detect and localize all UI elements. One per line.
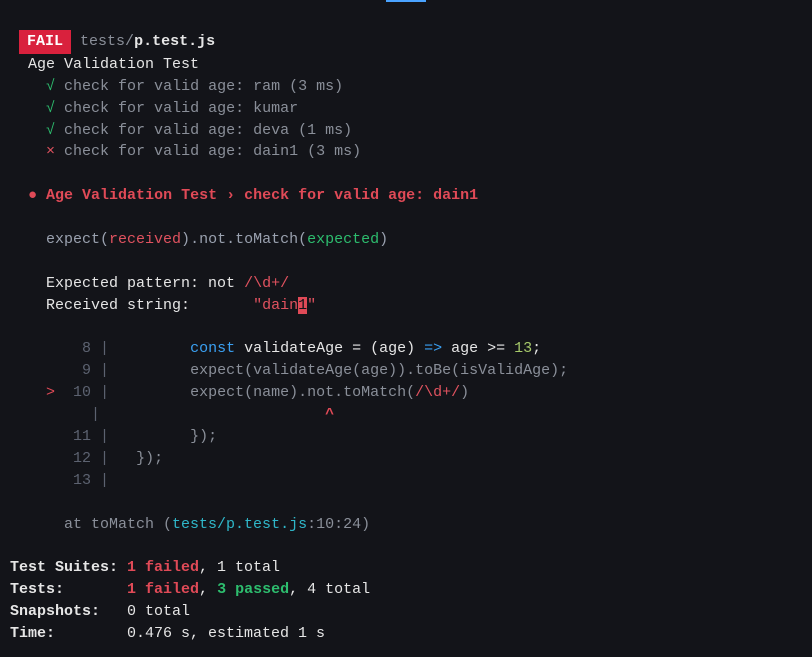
line-number: 9 xyxy=(64,362,91,379)
summary-fail: 1 failed xyxy=(127,559,199,576)
line-number: 11 xyxy=(64,428,91,445)
summary-label: Snapshots: xyxy=(10,603,127,620)
summary-label: Time: xyxy=(10,625,127,642)
code-line: expect(validateAge(age)).toBe(isValidAge… xyxy=(190,362,568,379)
line-number: 13 xyxy=(64,472,91,489)
check-line: check for valid age: ram (3 ms) xyxy=(64,78,343,95)
expected-value: /\d+/ xyxy=(244,275,289,292)
check-line: check for valid age: dain1 (3 ms) xyxy=(64,143,361,160)
summary-label: Tests: xyxy=(10,581,127,598)
check-line: check for valid age: kumar xyxy=(64,100,298,117)
summary-pass: 3 passed xyxy=(217,581,289,598)
fail-badge: FAIL xyxy=(19,30,71,54)
caret-icon: ^ xyxy=(325,406,334,423)
terminal-output: FAIL tests/p.test.js Age Validation Test… xyxy=(0,24,812,651)
file-name: p.test.js xyxy=(134,33,215,50)
expected-label: Expected pattern: not xyxy=(46,275,244,292)
check-icon: √ xyxy=(46,100,55,117)
stack-trace: at toMatch (tests/p.test.js:10:24) xyxy=(64,516,370,533)
file-dir: tests/ xyxy=(80,33,134,50)
code-line: }); xyxy=(136,450,163,467)
received-value: "dain1" xyxy=(253,297,316,314)
summary-label: Test Suites: xyxy=(10,559,127,576)
check-icon: √ xyxy=(46,122,55,139)
code-line: expect(name).not.toMatch(/\d+/) xyxy=(190,384,469,401)
expect-line: expect(received).not.toMatch(expected) xyxy=(46,231,388,248)
check-line: check for valid age: deva (1 ms) xyxy=(64,122,352,139)
failure-heading: Age Validation Test › check for valid ag… xyxy=(46,187,478,204)
bullet-icon: ● xyxy=(28,187,37,204)
line-number: 8 xyxy=(64,340,91,357)
fail-icon: × xyxy=(46,143,55,160)
pointer-icon: > xyxy=(46,384,55,401)
line-number: 12 xyxy=(64,450,91,467)
summary-fail: 1 failed xyxy=(127,581,199,598)
suite-title: Age Validation Test xyxy=(28,56,199,73)
line-number: 10 xyxy=(64,384,91,401)
received-label: Received string: xyxy=(46,297,253,314)
check-icon: √ xyxy=(46,78,55,95)
code-line: }); xyxy=(154,428,217,445)
